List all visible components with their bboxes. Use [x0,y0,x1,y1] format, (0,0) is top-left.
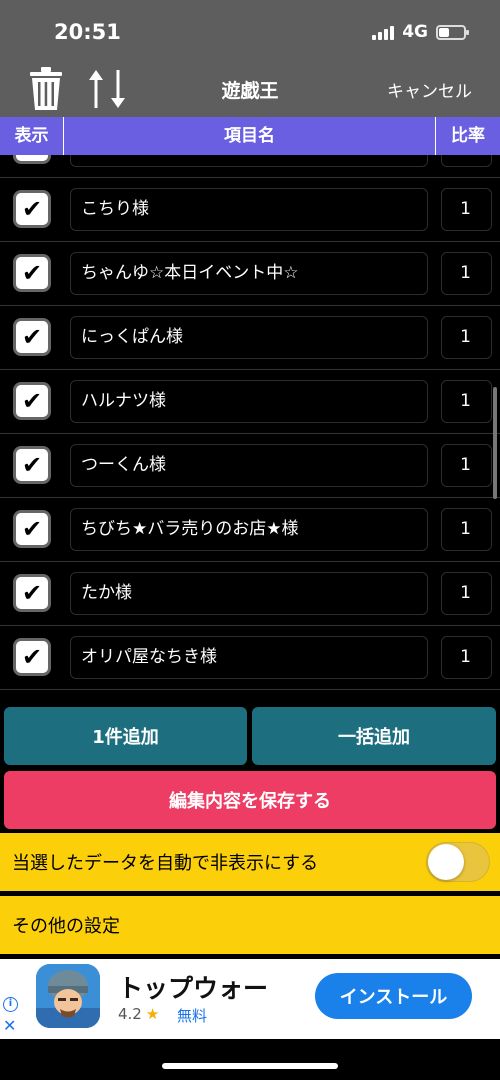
signal-icon [372,24,395,40]
cancel-button[interactable]: キャンセル [387,77,472,102]
list-item: ✔ ちびち★バラ売りのお店★様 1 [0,498,500,562]
column-show: 表示 [0,117,64,155]
check-icon: ✔ [21,515,43,543]
visibility-checkbox[interactable]: ✔ [13,574,51,612]
item-name-field[interactable]: ちびち★バラ売りのお店★様 [70,508,428,551]
list-item: ✔ たか様 1 [0,562,500,626]
list-item: ✔ ちゃんゆ☆本日イベント中☆ 1 [0,242,500,306]
list-item: ✔ 霧雨様 1 [0,155,500,178]
ad-close-icon[interactable]: ✕ [3,1016,16,1035]
check-icon: ✔ [21,387,43,415]
list-item: ✔ ハルナツ様 1 [0,370,500,434]
auto-hide-toggle[interactable] [426,842,490,882]
item-ratio-field[interactable]: 1 [441,572,492,615]
item-name-field[interactable]: つーくん様 [70,444,428,487]
scrollbar[interactable] [493,387,497,499]
item-ratio-field[interactable]: 1 [441,508,492,551]
item-name-field[interactable]: ちゃんゆ☆本日イベント中☆ [70,252,428,295]
home-area [0,1039,500,1080]
check-icon: ✔ [21,323,43,351]
item-name-field[interactable]: にっくぱん様 [70,316,428,359]
list-item: ✔ つーくん様 1 [0,434,500,498]
item-ratio-field[interactable]: 1 [441,155,492,167]
toggle-knob [428,844,464,880]
visibility-checkbox[interactable]: ✔ [13,254,51,292]
network-type: 4G [402,22,428,42]
status-indicators: 4G [372,22,469,42]
ad-rating: 4.2 ★ [118,1005,159,1023]
item-list[interactable]: ✔ 霧雨様 1 ✔ こちり様 1 ✔ ちゃんゆ☆本日イベント中☆ 1 ✔ にっくぱん様 1 ✔ ハルナツ様… [0,155,500,701]
auto-hide-setting: 当選したデータを自動で非表示にする [0,833,500,891]
column-header: 表示 項目名 比率 [0,117,500,155]
item-name-field[interactable]: 霧雨様 [70,155,428,167]
item-ratio-field[interactable]: 1 [441,252,492,295]
item-ratio-field[interactable]: 1 [441,444,492,487]
top-bar: 20:51 4G 遊戯王 キャンセル [0,0,500,117]
visibility-checkbox[interactable]: ✔ [13,638,51,676]
item-ratio-field[interactable]: 1 [441,316,492,359]
check-icon: ✔ [22,155,42,159]
other-settings-button[interactable]: その他の設定 [0,896,500,954]
item-name-field[interactable]: たか様 [70,572,428,615]
ad-banner[interactable]: i ✕ トップウォー 4.2 ★ 無料 インストール [0,959,500,1039]
visibility-checkbox[interactable]: ✔ [13,510,51,548]
battery-icon [436,24,469,40]
ad-info-icon[interactable]: i [3,997,18,1012]
home-indicator[interactable] [162,1063,338,1069]
visibility-checkbox[interactable]: ✔ [13,155,51,164]
visibility-checkbox[interactable]: ✔ [13,190,51,228]
list-item: ✔ オリパ屋なちき様 1 [0,626,500,690]
item-ratio-field[interactable]: 1 [441,380,492,423]
item-name-field[interactable]: ハルナツ様 [70,380,428,423]
visibility-checkbox[interactable]: ✔ [13,446,51,484]
ad-price: 無料 [177,1007,208,1025]
check-icon: ✔ [21,195,43,223]
bulk-add-button[interactable]: 一括追加 [252,707,496,765]
install-button[interactable]: インストール [315,973,472,1019]
item-name-field[interactable]: オリパ屋なちき様 [70,636,428,679]
ad-title: トップウォー [118,974,269,1003]
app-icon[interactable] [36,964,100,1028]
item-ratio-field[interactable]: 1 [441,188,492,231]
star-icon: ★ [145,1005,160,1023]
visibility-checkbox[interactable]: ✔ [13,318,51,356]
list-item: ✔ にっくぱん様 1 [0,306,500,370]
check-icon: ✔ [21,579,43,607]
check-icon: ✔ [21,643,43,671]
ad-rating-value: 4.2 [118,1005,142,1023]
item-ratio-field[interactable]: 1 [441,636,492,679]
item-name-field[interactable]: こちり様 [70,188,428,231]
column-name: 項目名 [64,117,436,155]
add-one-button[interactable]: 1件追加 [4,707,247,765]
check-icon: ✔ [21,451,43,479]
status-time: 20:51 [54,20,121,44]
save-button[interactable]: 編集内容を保存する [4,771,496,829]
list-item: ✔ こちり様 1 [0,178,500,242]
other-settings-label: その他の設定 [12,916,120,937]
auto-hide-label: 当選したデータを自動で非表示にする [12,853,319,874]
visibility-checkbox[interactable]: ✔ [13,382,51,420]
check-icon: ✔ [21,259,43,287]
column-ratio: 比率 [451,126,485,146]
